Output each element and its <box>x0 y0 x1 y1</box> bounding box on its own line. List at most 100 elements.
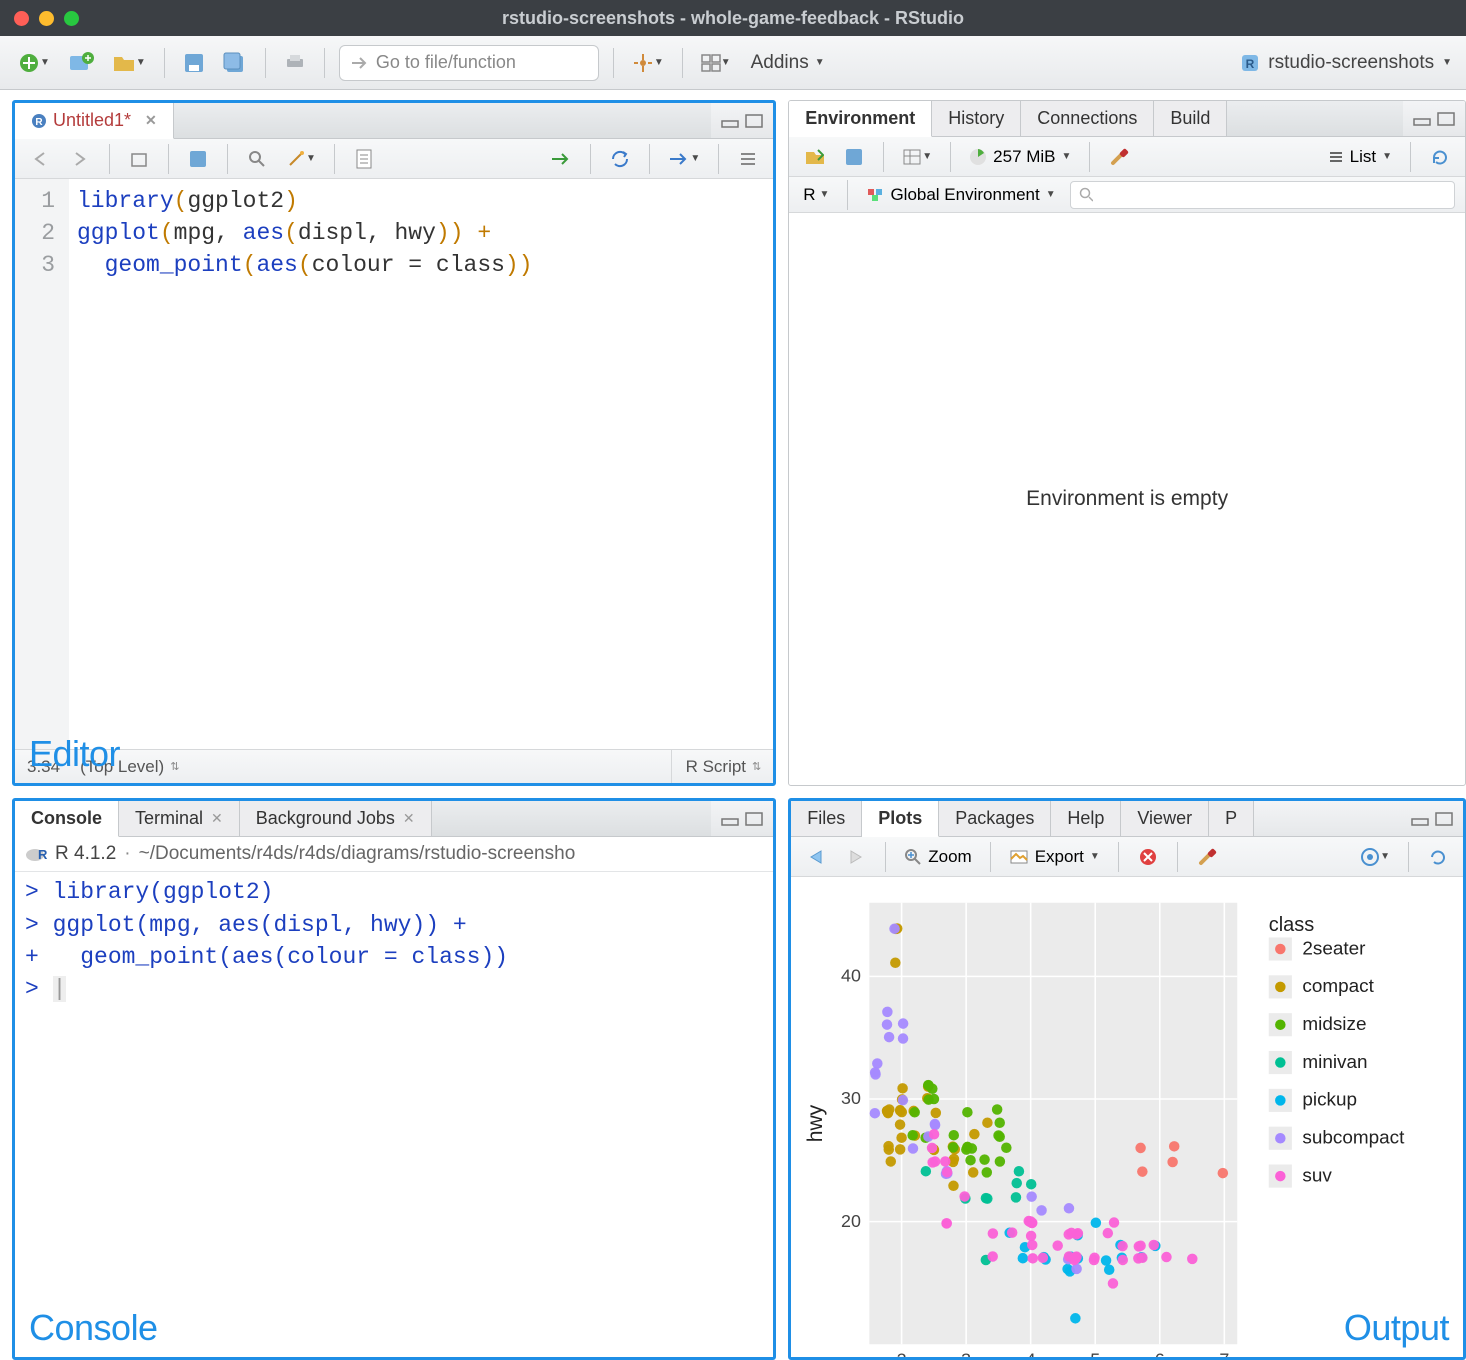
new-project-button[interactable] <box>64 46 98 80</box>
chevron-down-icon: ▼ <box>654 57 664 68</box>
tab-packages[interactable]: Packages <box>939 801 1051 836</box>
new-file-button[interactable]: ▼ <box>14 46 54 80</box>
chevron-down-icon: ▼ <box>1380 851 1390 862</box>
tab-connections[interactable]: Connections <box>1021 101 1154 136</box>
wand-icon[interactable]: ▼ <box>282 142 320 176</box>
tab-environment[interactable]: Environment <box>789 101 932 137</box>
tools-button[interactable]: ▼ <box>628 46 668 80</box>
chevron-down-icon: ▼ <box>690 153 700 164</box>
close-tab-icon[interactable]: ✕ <box>145 112 157 129</box>
next-plot-icon[interactable] <box>841 840 871 874</box>
back-icon[interactable] <box>25 142 55 176</box>
close-tab-icon[interactable]: ✕ <box>403 810 415 827</box>
environment-scope-selector[interactable]: Global Environment ▼ <box>862 178 1059 212</box>
editor-toolbar: ▼ ▼ <box>15 139 773 179</box>
language-selector[interactable]: R▼ <box>799 178 833 212</box>
show-in-new-window-icon[interactable] <box>124 142 154 176</box>
refresh-plot-icon[interactable] <box>1423 840 1453 874</box>
export-button[interactable]: Export ▼ <box>1005 840 1104 874</box>
zoom-button[interactable]: Zoom <box>900 840 975 874</box>
zoom-icon <box>904 848 922 866</box>
env-search-input[interactable] <box>1070 181 1455 209</box>
refresh-icon[interactable] <box>1425 140 1455 174</box>
tab-background-jobs[interactable]: Background Jobs✕ <box>240 801 432 836</box>
maximize-pane-icon[interactable] <box>745 812 763 826</box>
r-file-icon: R <box>31 112 47 130</box>
tab-console[interactable]: Console <box>15 801 119 837</box>
run-button[interactable] <box>546 142 576 176</box>
clear-workspace-icon[interactable] <box>1104 140 1134 174</box>
plots-pane: Files Plots Packages Help Viewer P Zoom <box>788 798 1466 1360</box>
titlebar: rstudio-screenshots - whole-game-feedbac… <box>0 0 1466 36</box>
source-button[interactable]: ▼ <box>664 142 704 176</box>
compile-report-icon[interactable] <box>349 142 379 176</box>
file-type-selector[interactable]: R Script ⇅ <box>671 750 762 783</box>
remove-plot-icon[interactable] <box>1133 840 1163 874</box>
addins-label: Addins <box>751 52 809 74</box>
goto-file-input[interactable]: Go to file/function <box>339 45 599 81</box>
pane-annotation: Console <box>29 1307 158 1349</box>
tab-plots[interactable]: Plots <box>862 801 939 837</box>
tab-build[interactable]: Build <box>1154 101 1227 136</box>
minimize-pane-icon[interactable] <box>721 114 739 128</box>
load-workspace-icon[interactable] <box>799 140 829 174</box>
tab-presentation[interactable]: P <box>1209 801 1254 836</box>
maximize-pane-icon[interactable] <box>745 114 763 128</box>
addins-menu[interactable]: Addins ▼ <box>745 52 831 74</box>
rerun-button[interactable] <box>605 142 635 176</box>
code-editor[interactable]: 1 2 3 library(ggplot2) ggplot(mpg, aes(d… <box>15 179 773 749</box>
save-file-icon[interactable] <box>183 142 213 176</box>
search-icon <box>1079 187 1093 202</box>
tab-help[interactable]: Help <box>1051 801 1121 836</box>
r-version-label: R 4.1.2 <box>55 843 116 865</box>
tab-terminal[interactable]: Terminal✕ <box>119 801 240 836</box>
maximize-pane-icon[interactable] <box>1437 112 1455 126</box>
clear-plots-icon[interactable] <box>1192 840 1222 874</box>
svg-text:R: R <box>1246 57 1255 71</box>
svg-text:2seater: 2seater <box>1303 939 1366 960</box>
save-button[interactable] <box>179 46 209 80</box>
maximize-window-icon[interactable] <box>64 11 79 26</box>
memory-usage[interactable]: 257 MiB ▼ <box>965 140 1075 174</box>
panes-button[interactable]: ▼ <box>697 46 735 80</box>
print-button[interactable] <box>280 46 310 80</box>
window-title: rstudio-screenshots - whole-game-feedbac… <box>502 8 964 29</box>
close-tab-icon[interactable]: ✕ <box>211 810 223 827</box>
save-workspace-icon[interactable] <box>839 140 869 174</box>
minimize-pane-icon[interactable] <box>721 812 739 826</box>
project-icon: R <box>1240 53 1260 73</box>
minimize-pane-icon[interactable] <box>1413 112 1431 126</box>
svg-text:subcompact: subcompact <box>1303 1128 1406 1149</box>
find-icon[interactable] <box>242 142 272 176</box>
file-tab-untitled1[interactable]: R Untitled1* ✕ <box>15 103 174 139</box>
svg-text:6: 6 <box>1155 1350 1165 1360</box>
main-toolbar: ▼ ▼ Go to file/function ▼ <box>0 36 1466 90</box>
svg-text:class: class <box>1269 915 1315 937</box>
env-content: Environment is empty <box>789 213 1465 785</box>
forward-icon[interactable] <box>65 142 95 176</box>
minimize-window-icon[interactable] <box>39 11 54 26</box>
import-dataset-icon[interactable]: ▼ <box>898 140 936 174</box>
maximize-pane-icon[interactable] <box>1435 812 1453 826</box>
prev-plot-icon[interactable] <box>801 840 831 874</box>
tab-files[interactable]: Files <box>791 801 862 836</box>
tab-viewer[interactable]: Viewer <box>1121 801 1209 836</box>
console-output[interactable]: > library(ggplot2) > ggplot(mpg, aes(dis… <box>15 872 773 1357</box>
svg-text:compact: compact <box>1303 977 1375 998</box>
minimize-pane-icon[interactable] <box>1411 812 1429 826</box>
scope-selector[interactable]: (Top Level) ⇅ <box>80 757 670 777</box>
open-file-button[interactable]: ▼ <box>108 46 150 80</box>
svg-text:3: 3 <box>961 1350 971 1360</box>
view-mode-selector[interactable]: List ▼ <box>1324 140 1396 174</box>
line-gutter: 1 2 3 <box>15 179 69 749</box>
publish-icon[interactable]: ▼ <box>1356 840 1394 874</box>
project-menu[interactable]: R rstudio-screenshots ▼ <box>1240 52 1452 74</box>
close-window-icon[interactable] <box>14 11 29 26</box>
pane-annotation: Output <box>1344 1307 1449 1349</box>
memory-text: 257 MiB <box>993 147 1055 167</box>
save-all-button[interactable] <box>219 46 251 80</box>
outline-icon[interactable] <box>733 142 763 176</box>
code-content[interactable]: library(ggplot2) ggplot(mpg, aes(displ, … <box>69 179 541 749</box>
editor-pane: R Untitled1* ✕ ▼ <box>12 100 776 786</box>
tab-history[interactable]: History <box>932 101 1021 136</box>
